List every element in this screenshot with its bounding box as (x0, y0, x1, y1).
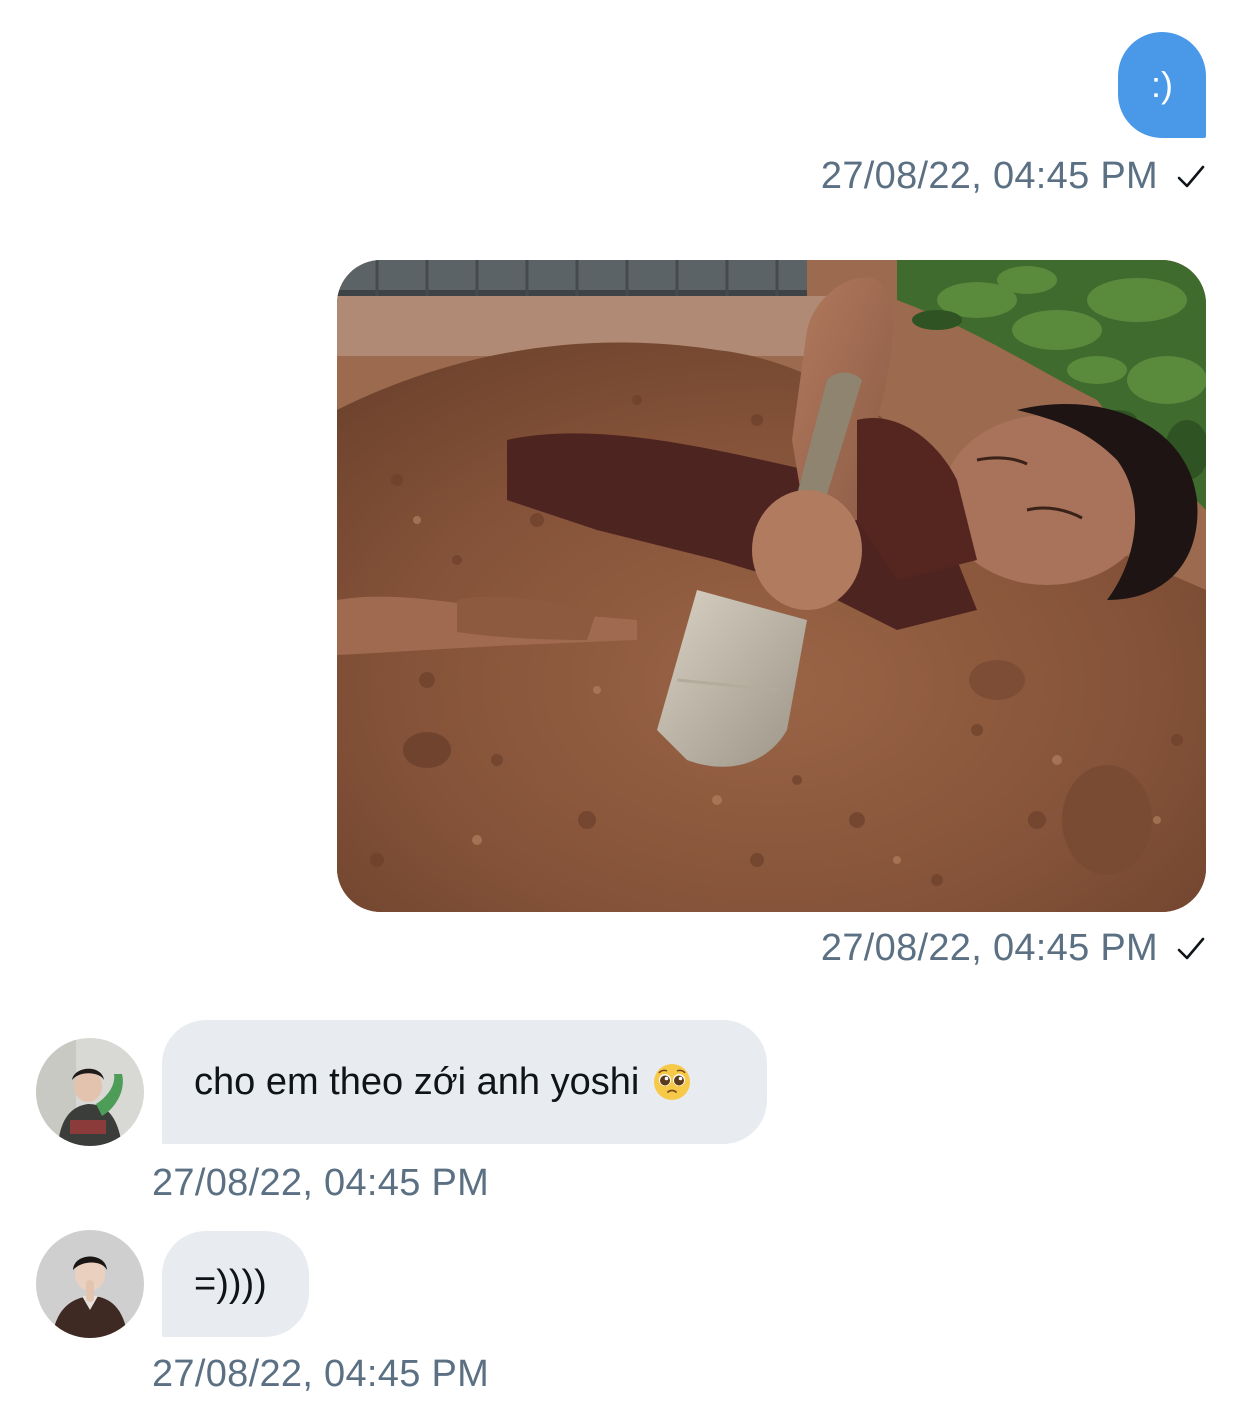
avatar-image (36, 1038, 144, 1146)
message-timestamp: 27/08/22, 04:45 PM (152, 1162, 490, 1204)
sent-photo[interactable] (337, 260, 1206, 912)
incoming-message-bubble[interactable]: =)))) (162, 1231, 309, 1337)
message-text: =)))) (194, 1262, 267, 1305)
message-text: :) (1151, 64, 1173, 105)
outgoing-message-bubble[interactable]: :) (1118, 32, 1206, 138)
check-icon (1177, 165, 1205, 187)
avatar[interactable] (36, 1038, 144, 1146)
check-icon (1177, 937, 1205, 959)
message-meta: 27/08/22, 04:45 PM (821, 155, 1206, 198)
avatar-image (36, 1230, 144, 1338)
pleading-face-icon (654, 1064, 691, 1100)
message-text: cho em theo zới anh yoshi (194, 1060, 640, 1103)
message-timestamp: 27/08/22, 04:45 PM (152, 1353, 490, 1395)
message-timestamp: 27/08/22, 04:45 PM (820, 155, 1158, 197)
incoming-message-bubble[interactable]: cho em theo zới anh yoshi (162, 1020, 767, 1144)
avatar[interactable] (36, 1230, 144, 1338)
message-timestamp: 27/08/22, 04:45 PM (820, 927, 1158, 969)
message-meta: 27/08/22, 04:45 PM (821, 927, 1206, 970)
photo-image (337, 260, 1206, 912)
